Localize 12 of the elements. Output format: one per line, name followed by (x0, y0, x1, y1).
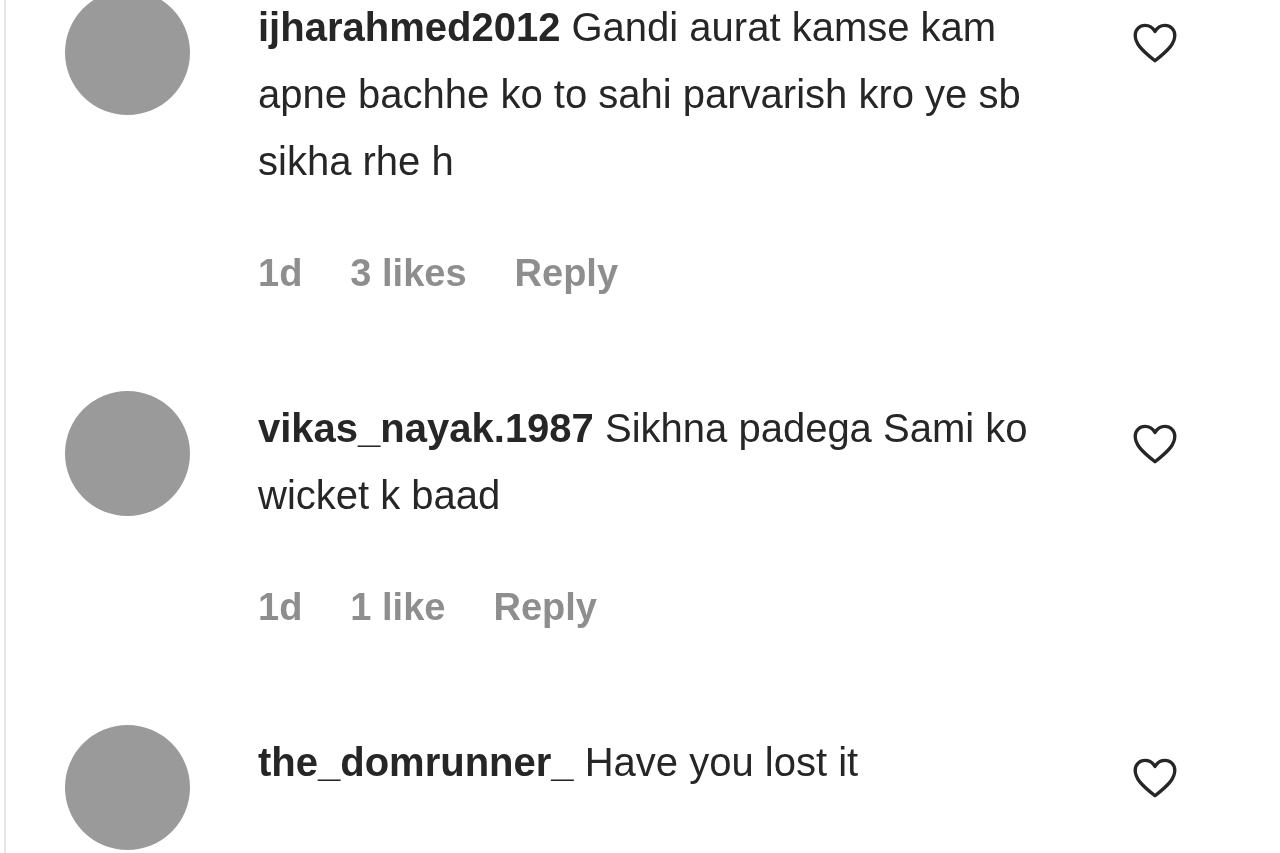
comment-text: ijharahmed2012 Gandi aurat kamse kam apne bachhe ko to sahi parvarish kro ye sb sikha rhe h (258, 4, 1022, 185)
comment-text: vikas_nayak.1987 Sikhna padega Sami ko wicket k baad (258, 405, 1029, 519)
likes-count[interactable]: 3 likes (350, 240, 467, 307)
username-link[interactable]: vikas_nayak.1987 (258, 406, 594, 450)
timestamp: 1d (258, 585, 303, 630)
timestamp: 1d (258, 251, 303, 296)
reply-button[interactable]: Reply (514, 240, 619, 307)
likes-count[interactable]: 1 like (350, 574, 446, 641)
comment-text: the_domrunner_ Have you lost it (258, 739, 860, 786)
username-link[interactable]: the_domrunner_ (258, 740, 574, 784)
username-link[interactable]: ijharahmed2012 (258, 5, 561, 49)
reply-button[interactable]: Reply (493, 574, 597, 641)
